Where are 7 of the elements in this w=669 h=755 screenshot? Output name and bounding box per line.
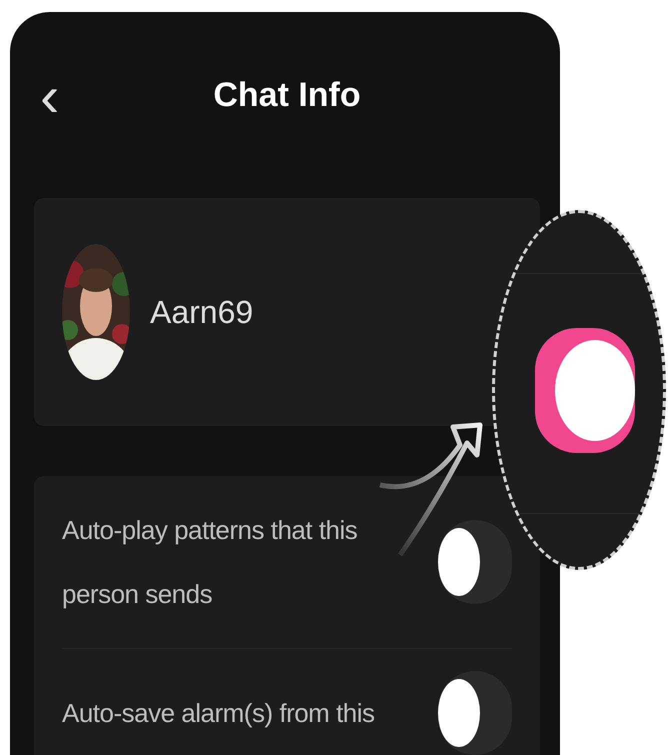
setting-label: Auto-play patterns that this person sends <box>62 514 358 611</box>
setting-label: Auto-save alarm(s) from this <box>62 697 376 730</box>
back-button[interactable]: ‹ <box>40 68 60 126</box>
profile-card[interactable]: Aarn69 <box>34 198 540 426</box>
contact-name: Aarn69 <box>150 294 254 330</box>
screen-title: Chat Info <box>213 76 361 114</box>
toggle-switch[interactable] <box>535 328 635 452</box>
